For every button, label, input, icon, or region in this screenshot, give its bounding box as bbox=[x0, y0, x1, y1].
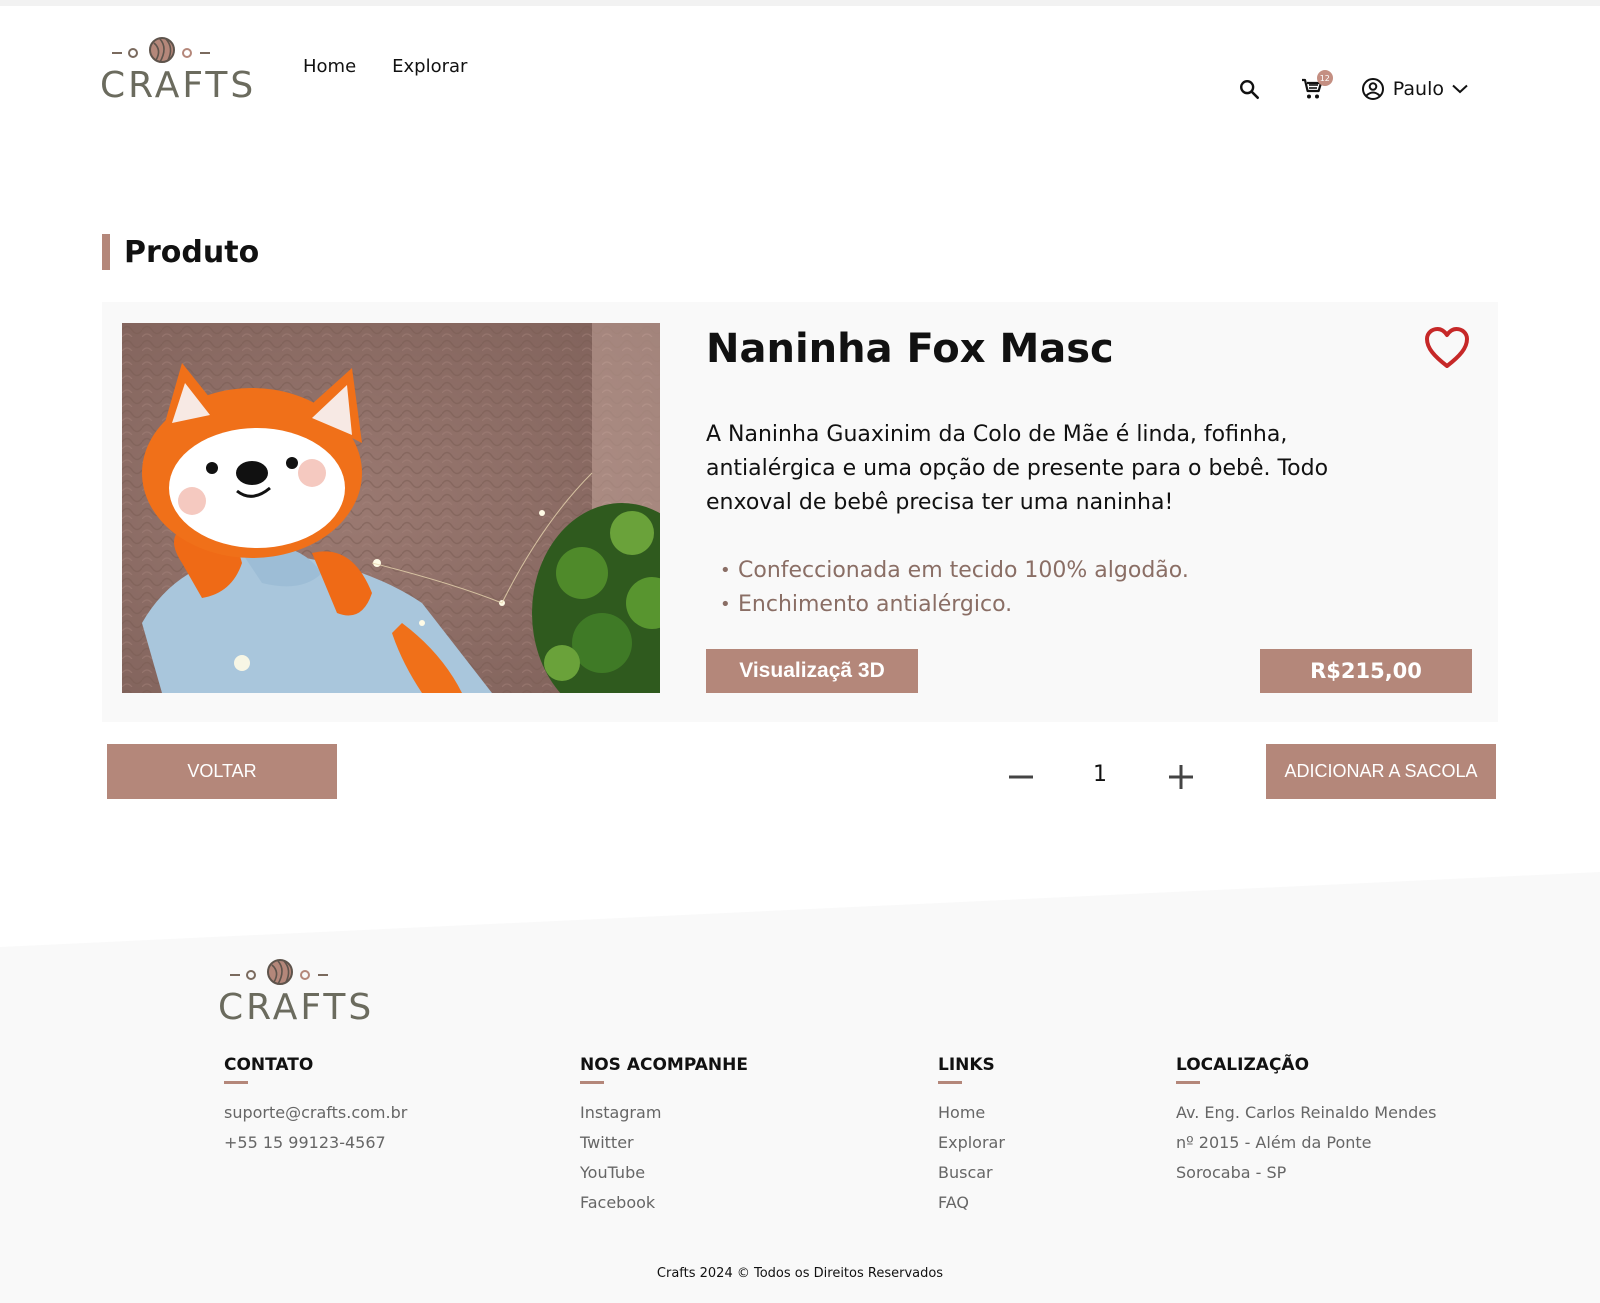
quantity-increase-button[interactable] bbox=[1166, 762, 1196, 792]
quantity-value: 1 bbox=[1093, 762, 1107, 787]
social-link-youtube[interactable]: YouTube bbox=[580, 1158, 748, 1188]
footer-col-location: LOCALIZAÇÃO Av. Eng. Carlos Reinaldo Men… bbox=[1176, 1055, 1436, 1188]
page-title: Produto bbox=[124, 234, 260, 270]
footer-col-social: NOS ACOMPANHE Instagram Twitter YouTube … bbox=[580, 1055, 748, 1218]
footer-logo-wordmark: CRAFTS bbox=[218, 987, 375, 1028]
fox-plush-photo bbox=[122, 323, 660, 693]
footer-heading: LINKS bbox=[938, 1055, 995, 1075]
address-line: Sorocaba - SP bbox=[1176, 1163, 1287, 1182]
cart-count-badge: 12 bbox=[1316, 70, 1333, 86]
footer-logo[interactable]: CRAFTS bbox=[218, 958, 375, 1032]
search-icon bbox=[1239, 80, 1259, 99]
main-nav: Home Explorar bbox=[303, 56, 467, 77]
footer-link-explore[interactable]: Explorar bbox=[938, 1128, 1005, 1158]
title-accent-bar bbox=[102, 234, 110, 270]
footer-link-faq[interactable]: FAQ bbox=[938, 1188, 1005, 1218]
logo-wordmark: CRAFTS bbox=[100, 65, 257, 106]
heading-underline bbox=[938, 1081, 962, 1084]
product-price: R$215,00 bbox=[1260, 649, 1472, 693]
minus-icon bbox=[1009, 775, 1033, 779]
chevron-down-icon bbox=[1452, 84, 1468, 94]
social-link-facebook[interactable]: Facebook bbox=[580, 1188, 748, 1218]
social-link-twitter[interactable]: Twitter bbox=[580, 1128, 748, 1158]
user-circle-icon bbox=[1361, 78, 1384, 100]
header-logo[interactable]: CRAFTS bbox=[100, 36, 257, 110]
footer-link-search[interactable]: Buscar bbox=[938, 1158, 1005, 1188]
footer-col-contact: CONTATO suporte@crafts.com.br +55 15 991… bbox=[224, 1055, 407, 1158]
feature-item: Enchimento antialérgico. bbox=[720, 588, 1189, 622]
product-image bbox=[122, 323, 660, 693]
address-line: Av. Eng. Carlos Reinaldo Mendes bbox=[1176, 1103, 1437, 1122]
search-button[interactable] bbox=[1237, 77, 1261, 101]
heart-icon bbox=[1425, 327, 1469, 368]
footer-heading: NOS ACOMPANHE bbox=[580, 1055, 748, 1075]
product-name: Naninha Fox Masc bbox=[706, 326, 1114, 372]
back-button[interactable]: VOLTAR bbox=[107, 744, 337, 799]
user-menu[interactable]: Paulo bbox=[1361, 77, 1468, 101]
header-actions: 12 Paulo bbox=[1237, 70, 1468, 102]
contact-email[interactable]: suporte@crafts.com.br bbox=[224, 1098, 407, 1128]
quantity-decrease-button[interactable] bbox=[1006, 762, 1036, 792]
social-link-instagram[interactable]: Instagram bbox=[580, 1098, 748, 1128]
heading-underline bbox=[224, 1081, 248, 1084]
footer-link-home[interactable]: Home bbox=[938, 1098, 1005, 1128]
footer-heading: LOCALIZAÇÃO bbox=[1176, 1055, 1310, 1075]
contact-phone[interactable]: +55 15 99123-4567 bbox=[224, 1128, 407, 1158]
heading-underline bbox=[580, 1081, 604, 1084]
nav-explore[interactable]: Explorar bbox=[392, 56, 467, 77]
yarn-ball-icon bbox=[267, 959, 293, 985]
product-features: Confeccionada em tecido 100% algodão. En… bbox=[720, 554, 1189, 622]
footer-col-links: LINKS Home Explorar Buscar FAQ bbox=[938, 1055, 1005, 1218]
user-name: Paulo bbox=[1392, 78, 1444, 100]
footer-heading: CONTATO bbox=[224, 1055, 314, 1075]
site-header: CRAFTS Home Explorar 12 Paulo bbox=[0, 6, 1600, 156]
plus-icon bbox=[1169, 765, 1193, 789]
favorite-button[interactable] bbox=[1424, 326, 1470, 370]
cart-button[interactable]: 12 bbox=[1299, 70, 1333, 102]
feature-item: Confeccionada em tecido 100% algodão. bbox=[720, 554, 1189, 588]
copyright-text: Crafts 2024 © Todos os Direitos Reservad… bbox=[656, 1266, 944, 1281]
address-line: nº 2015 - Além da Ponte bbox=[1176, 1133, 1372, 1152]
add-to-bag-button[interactable]: ADICIONAR A SACOLA bbox=[1266, 744, 1496, 799]
view-3d-button[interactable]: Visualizaçã 3D bbox=[706, 649, 918, 693]
nav-home[interactable]: Home bbox=[303, 56, 356, 77]
section-heading: Produto bbox=[102, 234, 259, 270]
yarn-ball-icon bbox=[149, 37, 175, 63]
product-description: A Naninha Guaxinim da Colo de Mãe é lind… bbox=[706, 422, 1329, 515]
heading-underline bbox=[1176, 1081, 1200, 1084]
